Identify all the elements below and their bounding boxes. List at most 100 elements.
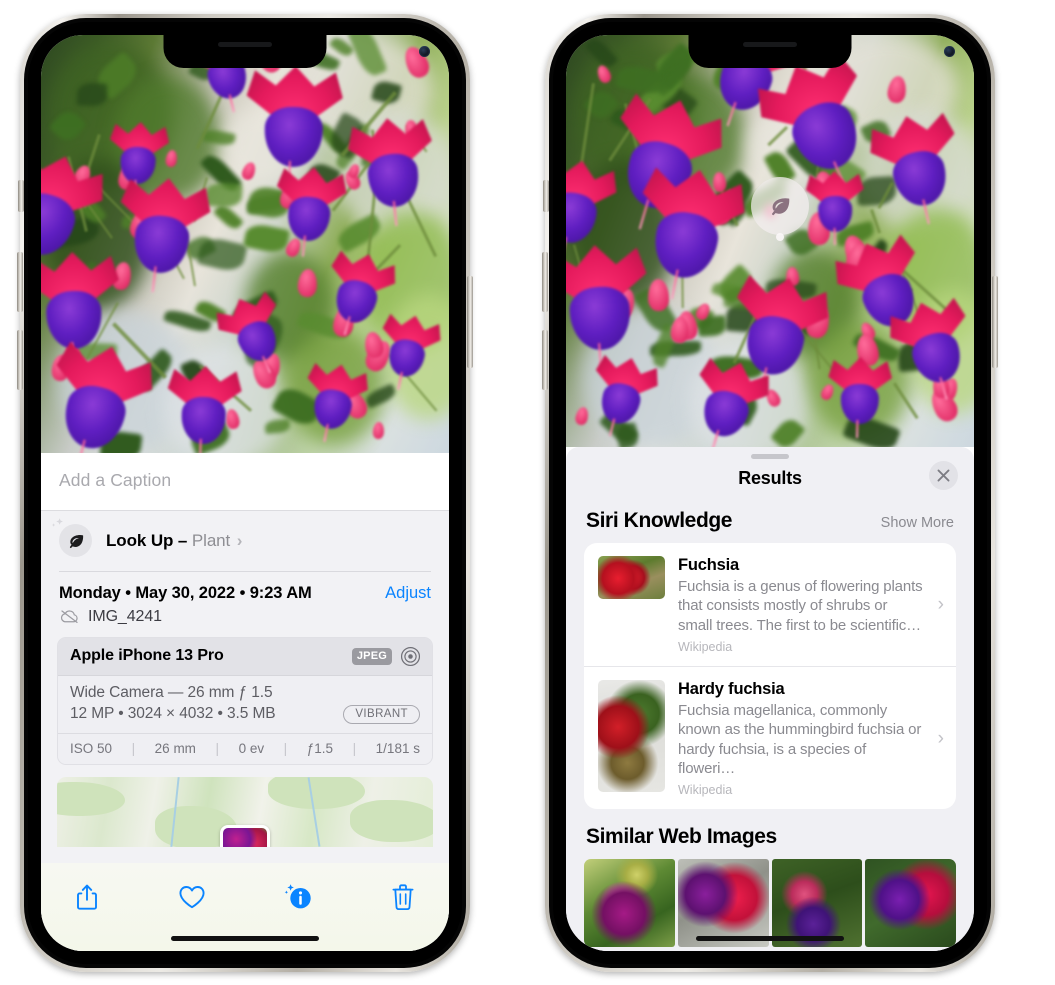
similar-web-images-strip: [566, 859, 974, 948]
result-thumbnail: [598, 556, 665, 599]
file-format-badge: JPEG: [351, 647, 392, 665]
result-title: Hardy fuchsia: [678, 680, 785, 699]
leaf-icon: [772, 198, 790, 216]
cloud-slash-icon: [60, 610, 78, 623]
date-row: Monday • May 30, 2022 • 9:23 AM Adjust: [41, 572, 449, 606]
exif-stat-ev: 0 ev: [238, 740, 265, 756]
left-phone: Add a Caption Look Up – Plant › Monday •…: [17, 14, 473, 972]
results-sheet: Results Siri Knowledge Show More Fuchsia…: [566, 447, 974, 951]
web-image-thumbnail[interactable]: [677, 859, 769, 948]
volume-down-button[interactable]: [17, 330, 23, 390]
photo-fuchsia-bloom: [345, 114, 439, 226]
resolution-info: 12 MP • 3024 × 4032 • 3.5 MB: [70, 705, 276, 722]
photographic-style-badge: VIBRANT: [343, 704, 420, 724]
leaf-badge: [51, 518, 92, 557]
camera-device: Apple iPhone 13 Pro: [70, 647, 224, 664]
list-item[interactable]: Hardy fuchsia Fuchsia magellanica, commo…: [584, 666, 956, 809]
leaf-badge: [751, 177, 809, 235]
filename-row: IMG_4241: [41, 606, 449, 637]
chevron-right-icon: ›: [236, 530, 243, 550]
exif-header-right: JPEG: [351, 646, 421, 667]
photo-fuchsia-bloom: [372, 309, 444, 390]
home-indicator[interactable]: [171, 936, 319, 941]
right-phone-screen: Results Siri Knowledge Show More Fuchsia…: [566, 35, 974, 951]
result-text: Hardy fuchsia Fuchsia magellanica, commo…: [678, 680, 925, 797]
size-row: 12 MP • 3024 × 4032 • 3.5 MB VIBRANT: [70, 704, 420, 724]
share-button[interactable]: [67, 877, 107, 917]
photo-fuchsia-bloom: [827, 357, 892, 439]
chevron-right-icon: ›: [937, 727, 944, 749]
map-photo-pin[interactable]: [220, 824, 270, 847]
stat-divider: |: [215, 740, 220, 756]
close-button[interactable]: [929, 461, 958, 490]
similar-web-images-header: Similar Web Images: [566, 809, 974, 857]
photo-fuchsia-bloom: [244, 65, 343, 190]
result-source: Wikipedia: [678, 640, 733, 655]
delete-button[interactable]: [383, 877, 423, 917]
photo-fuchsia-bloom: [113, 173, 214, 293]
visual-lookup-pin[interactable]: [751, 177, 809, 241]
photo-fuchsia-bloom: [271, 164, 349, 257]
leaf-icon: [69, 534, 83, 548]
photo-fuchsia-bloom: [166, 364, 243, 453]
lens-info: Wide Camera — 26 mm ƒ 1.5: [70, 683, 273, 701]
photo-viewer[interactable]: [566, 35, 974, 447]
web-image-thumbnail[interactable]: [865, 859, 956, 948]
caption-input[interactable]: Add a Caption: [59, 470, 431, 491]
exif-stat-aperture: ƒ1.5: [306, 740, 334, 756]
sheet-header: Results: [566, 459, 974, 503]
section-title: Siri Knowledge: [586, 509, 733, 532]
earpiece-speaker: [743, 42, 797, 47]
screenshot-root: Add a Caption Look Up – Plant › Monday •…: [0, 0, 1055, 985]
show-more-button[interactable]: Show More: [881, 515, 954, 531]
photo-info-sheet: Add a Caption Look Up – Plant › Monday •…: [41, 453, 449, 951]
section-title: Similar Web Images: [586, 825, 777, 849]
notch: [163, 35, 327, 68]
web-image-thumbnail[interactable]: [771, 859, 863, 948]
result-description: Fuchsia magellanica, commonly known as t…: [678, 702, 922, 778]
volume-up-button[interactable]: [17, 252, 23, 312]
photo-filename: IMG_4241: [88, 607, 162, 625]
photo-viewer[interactable]: [41, 35, 449, 453]
info-button[interactable]: [278, 877, 318, 917]
siri-knowledge-header: Siri Knowledge Show More: [566, 503, 974, 543]
chevron-right-icon: ›: [937, 594, 944, 616]
result-description: Fuchsia is a genus of flowering plants t…: [678, 578, 923, 634]
result-title: Fuchsia: [678, 556, 739, 574]
exif-card: Apple iPhone 13 Pro JPEG Wide Camera — 2…: [57, 636, 433, 765]
power-button[interactable]: [992, 276, 998, 368]
volume-up-button[interactable]: [542, 252, 548, 312]
exif-header: Apple iPhone 13 Pro JPEG: [58, 637, 432, 676]
list-item[interactable]: Fuchsia Fuchsia is a genus of flowering …: [584, 543, 956, 666]
photo-fuchsia-bloom: [298, 358, 372, 442]
look-up-subject: Plant: [191, 530, 231, 550]
caption-field-row[interactable]: Add a Caption: [41, 453, 449, 511]
heart-icon: [179, 886, 205, 909]
stat-divider: |: [131, 740, 136, 756]
stat-divider: |: [352, 740, 357, 756]
adjust-button[interactable]: Adjust: [385, 584, 431, 603]
home-indicator[interactable]: [696, 936, 844, 941]
sheet-title: Results: [738, 468, 802, 488]
look-up-row[interactable]: Look Up – Plant ›: [41, 511, 449, 571]
exif-stat-shutter: 1/181 s: [375, 740, 420, 756]
photo-fuchsia-bloom: [806, 170, 865, 245]
stat-divider: |: [283, 740, 288, 756]
photo-date: Monday • May 30, 2022 • 9:23 AM: [59, 583, 312, 602]
location-map-thumbnail[interactable]: [57, 776, 433, 847]
left-phone-screen: Add a Caption Look Up – Plant › Monday •…: [41, 35, 449, 951]
power-button[interactable]: [467, 276, 473, 368]
web-image-thumbnail[interactable]: [584, 859, 675, 948]
earpiece-speaker: [218, 42, 272, 47]
result-thumbnail: [598, 680, 665, 793]
raw-aperture-icon: [400, 646, 421, 666]
silence-switch[interactable]: [543, 180, 549, 212]
pin-tail: [776, 233, 784, 241]
favorite-button[interactable]: [172, 877, 212, 917]
volume-down-button[interactable]: [542, 330, 548, 390]
silence-switch[interactable]: [18, 180, 24, 212]
info-sparkle-icon: [284, 884, 311, 909]
exif-stat-iso: ISO 50: [70, 740, 113, 756]
look-up-action: Look Up –: [106, 530, 188, 550]
look-up-label: Look Up – Plant ›: [106, 531, 242, 551]
